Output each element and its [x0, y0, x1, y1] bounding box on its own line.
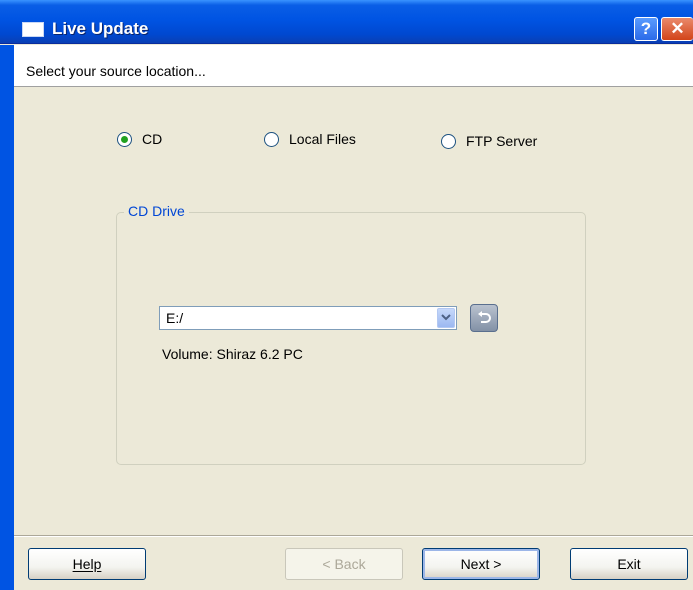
radio-local-files-label: Local Files: [289, 131, 356, 147]
help-button-label: Help: [72, 556, 102, 572]
radio-ftp-server[interactable]: FTP Server: [441, 133, 537, 149]
radio-local-files[interactable]: Local Files: [264, 131, 356, 147]
help-button[interactable]: Help: [28, 548, 146, 580]
close-button[interactable]: ✕: [661, 17, 693, 41]
radio-circle[interactable]: [264, 131, 279, 147]
radio-selected-dot: [121, 135, 128, 143]
window-icon: [22, 22, 44, 37]
volume-label: Volume: Shiraz 6.2 PC: [162, 346, 303, 362]
exit-button-label: Exit: [617, 556, 641, 572]
refresh-icon: [478, 311, 491, 323]
radio-circle[interactable]: [117, 131, 132, 147]
chevron-down-icon[interactable]: [437, 308, 455, 328]
title-bar[interactable]: Live Update ? ✕: [0, 0, 693, 44]
radio-circle[interactable]: [441, 133, 456, 149]
window-title: Live Update: [52, 19, 149, 38]
drive-select-value: E:/: [166, 310, 184, 326]
help-title-button[interactable]: ?: [634, 17, 658, 41]
exit-button[interactable]: Exit: [570, 548, 688, 580]
next-button[interactable]: Next >: [422, 548, 540, 580]
instruction-text: Select your source location...: [26, 63, 206, 79]
back-button-label: < Back: [322, 556, 366, 572]
radio-ftp-server-label: FTP Server: [466, 133, 538, 149]
window-frame: [0, 45, 14, 590]
footer-divider: [14, 535, 693, 537]
drive-select[interactable]: E:/: [159, 306, 457, 330]
radio-cd[interactable]: CD: [117, 131, 162, 147]
refresh-drives-button[interactable]: [470, 304, 498, 332]
back-button[interactable]: < Back: [285, 548, 403, 580]
cd-drive-groupbox: [116, 212, 586, 465]
cd-drive-group-title: CD Drive: [124, 203, 189, 219]
next-button-label: Next >: [460, 556, 502, 572]
wizard-header: Select your source location...: [14, 45, 693, 87]
radio-cd-label: CD: [142, 131, 163, 147]
